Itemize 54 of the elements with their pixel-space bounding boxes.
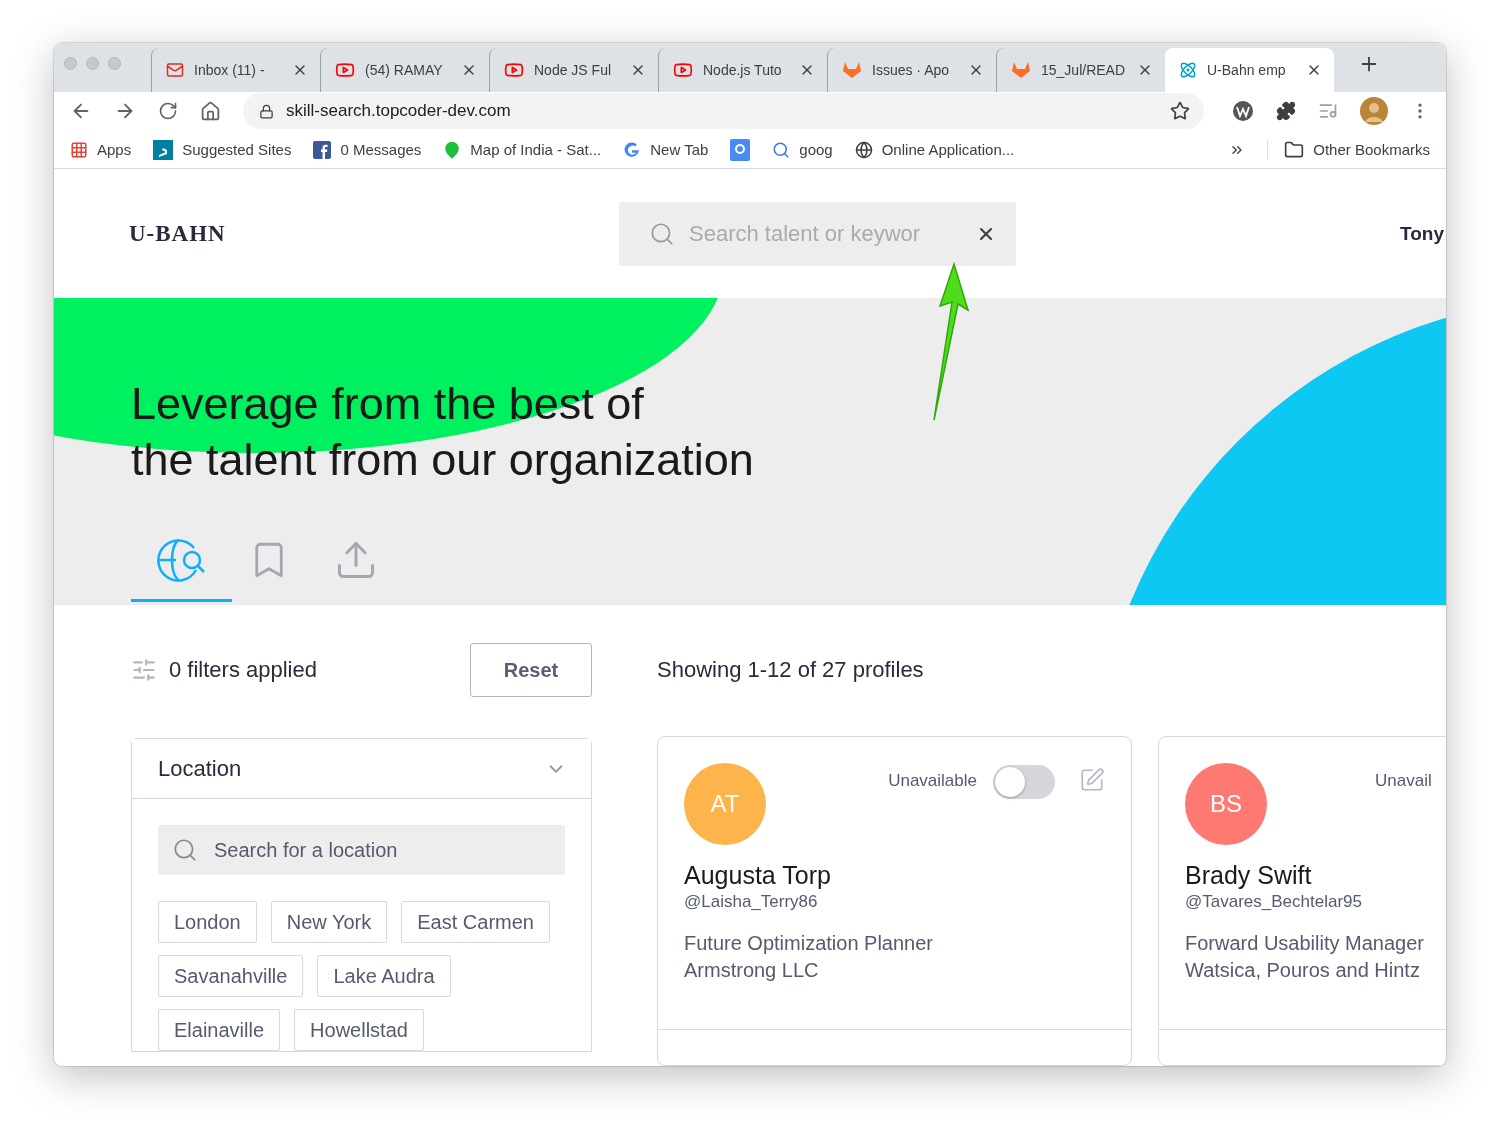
browser-tab[interactable]: (54) RAMAY <box>320 47 489 92</box>
job-title: Forward Usability Manager <box>1185 931 1425 956</box>
browser-tab[interactable]: Issues · Apo <box>827 47 996 92</box>
availability-label: Unavail <box>1375 771 1432 791</box>
bookmark-item[interactable]: 0 Messages <box>313 140 422 159</box>
tab-title: Issues · Apo <box>872 61 951 78</box>
search-bar[interactable]: Search talent or keywor <box>619 201 1016 266</box>
tab-title: U-Bahn emp <box>1207 61 1287 78</box>
location-chip[interactable]: Savanahville <box>158 955 304 997</box>
availability-label: Unavailable <box>888 771 977 791</box>
profile-name: Brady Swift <box>1185 861 1313 890</box>
location-dropdown[interactable]: Location <box>132 739 591 799</box>
tab-title: 15_Jul/READ <box>1041 61 1127 78</box>
browser-tab[interactable]: U-Bahn emp <box>1165 47 1334 92</box>
filters-count: 0 filters applied <box>169 657 318 683</box>
tab-title: (54) RAMAY <box>365 61 444 78</box>
job-title: Future Optimization Planner <box>684 931 934 956</box>
location-search-bar[interactable]: Search for a location <box>158 825 565 875</box>
browser-tab[interactable]: Node JS Ful <box>489 47 658 92</box>
location-chip[interactable]: London <box>158 901 257 943</box>
avatar: BS <box>1185 763 1267 845</box>
reset-button[interactable]: Reset <box>470 643 592 697</box>
tab-title: Inbox (11) - <box>194 61 266 78</box>
location-search-field[interactable]: Search for a location <box>212 837 551 863</box>
profile-name: Augusta Torp <box>684 861 832 890</box>
bookmark-folder[interactable]: Other Bookmarks <box>1267 139 1430 160</box>
company-name: Armstrong LLC <box>684 958 820 983</box>
company-name: Watsica, Pouros and Hintz <box>1185 958 1421 983</box>
profile-card[interactable]: AT Unavailable Augusta Torp @Laisha_Terry86 Future Optimization Planner Armstrong LLC <box>657 736 1132 1066</box>
bookmark-item[interactable]: New Tab <box>623 140 709 159</box>
browser-tab[interactable]: Node.js Tuto <box>658 47 827 92</box>
location-chip[interactable]: East Carmen <box>401 901 550 943</box>
profile-handle: @Laisha_Terry86 <box>684 892 819 912</box>
results-count: Showing 1-12 of 27 profiles <box>657 657 924 682</box>
browser-tab[interactable]: Inbox (11) - <box>151 47 320 92</box>
user-name[interactable]: Tony <box>1400 222 1444 245</box>
address-bar[interactable]: skill-search.topcoder-dev.com <box>243 93 1204 130</box>
search-field[interactable]: Search talent or keywor <box>687 219 964 248</box>
bookmark-item[interactable]: Suggested Sites <box>153 139 292 160</box>
tab-title: Node JS Ful <box>534 61 613 78</box>
location-chip[interactable]: New York <box>270 901 388 943</box>
url-text: skill-search.topcoder-dev.com <box>286 101 512 122</box>
bookmark-item[interactable]: Online Application... <box>854 140 1015 159</box>
location-chip[interactable]: Howellstad <box>294 1009 424 1051</box>
avatar: AT <box>684 763 766 845</box>
profile-card[interactable]: BS Unavail Brady Swift @Tavares_Bechtelar95 Forward Usability Manager Watsica, Pouros and Hintz <box>1158 736 1446 1066</box>
location-chip[interactable]: Elainaville <box>158 1009 281 1051</box>
tab-title: Node.js Tuto <box>703 61 783 78</box>
bookmark-item[interactable]: Apps <box>70 140 132 159</box>
profile-handle: @Tavares_Bechtelar95 <box>1185 892 1363 912</box>
location-chip[interactable]: Lake Audra <box>317 955 451 997</box>
bookmark-item[interactable]: Map of India - Sat... <box>443 140 602 159</box>
bookmark-item[interactable]: goog <box>772 140 833 159</box>
logo: U-BAHN <box>129 220 227 247</box>
